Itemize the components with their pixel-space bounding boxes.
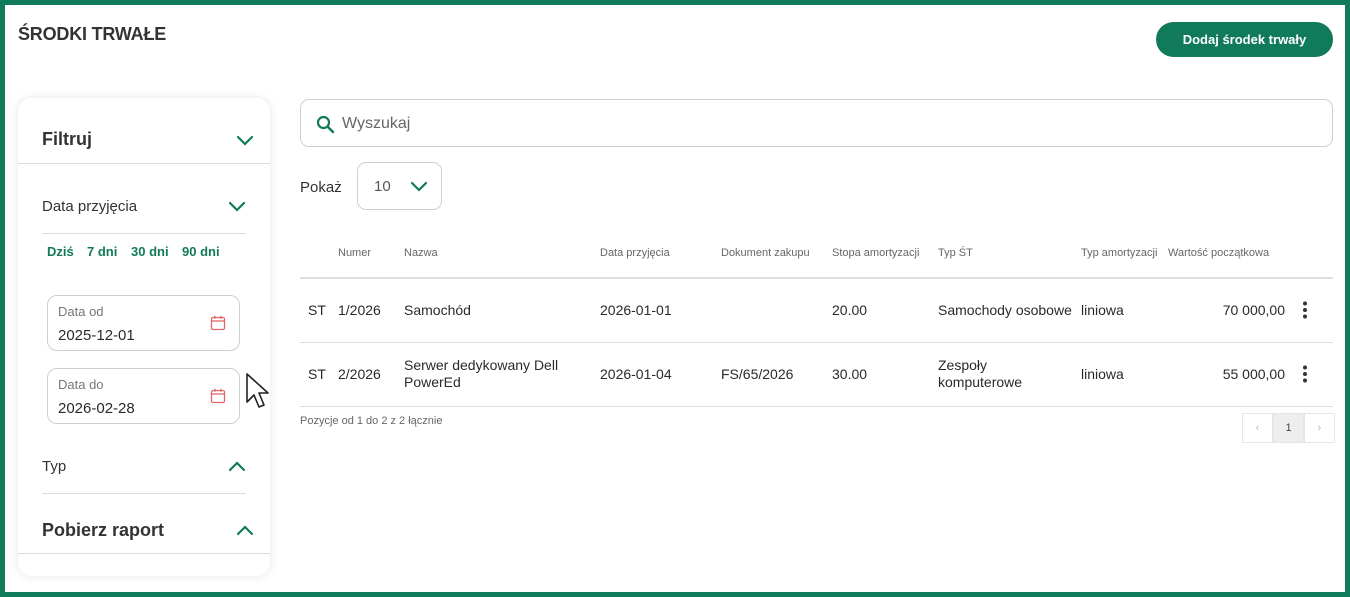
quick-range-today[interactable]: Dziś: [47, 244, 74, 259]
chevron-up-icon[interactable]: [236, 524, 254, 536]
cell-date: 2026-01-01: [600, 278, 721, 343]
cell-rate: 20.00: [832, 278, 938, 343]
filter-header[interactable]: Filtruj: [18, 98, 270, 164]
cell-document: [721, 278, 832, 343]
previous-page-button[interactable]: ‹: [1242, 413, 1273, 443]
search-input[interactable]: [342, 112, 1302, 136]
date-from-value[interactable]: 2025-12-01: [58, 327, 135, 344]
column-header-date[interactable]: Data przyjęcia: [600, 228, 721, 279]
date-to-value[interactable]: 2026-02-28: [58, 400, 135, 417]
assets-table: Numer Nazwa Data przyjęcia Dokument zaku…: [300, 228, 1333, 407]
chevron-down-icon[interactable]: [228, 201, 246, 213]
date-to-label: Data do: [58, 377, 104, 392]
table-row[interactable]: ST 1/2026 Samochód 2026-01-01 20.00 Samo…: [300, 278, 1333, 343]
more-options-icon[interactable]: [1295, 300, 1315, 320]
pagination: ‹ 1 ›: [1242, 413, 1335, 443]
next-page-button[interactable]: ›: [1304, 413, 1335, 443]
column-header-name[interactable]: Nazwa: [404, 228, 600, 279]
pagination-summary: Pozycje od 1 do 2 z 2 łącznie: [300, 415, 443, 427]
date-section-label: Data przyjęcia: [42, 198, 138, 215]
cell-number: 2/2026: [338, 342, 404, 407]
date-to-field[interactable]: Data do 2026-02-28: [47, 368, 240, 424]
column-header-document[interactable]: Dokument zakupu: [721, 228, 832, 279]
column-header-type[interactable]: Typ ŚT: [938, 228, 1081, 279]
column-header-depreciation-type[interactable]: Typ amortyzacji: [1081, 228, 1168, 279]
cell-name: Serwer dedykowany Dell PowerEd: [404, 342, 600, 407]
type-section-header[interactable]: Typ: [42, 458, 246, 494]
date-from-label: Data od: [58, 304, 104, 319]
column-header-number[interactable]: Numer: [338, 228, 404, 279]
cell-initial-value: 55 000,00: [1168, 342, 1291, 407]
filter-title: Filtruj: [42, 129, 92, 149]
page-title: ŚRODKI TRWAŁE: [18, 24, 167, 44]
column-header-rate[interactable]: Stopa amortyzacji: [832, 228, 938, 279]
quick-range-90-days[interactable]: 90 dni: [182, 244, 220, 259]
chevron-up-icon[interactable]: [228, 460, 246, 472]
row-actions: [1291, 278, 1333, 343]
page-size-value: 10: [374, 178, 391, 195]
cell-depreciation-type: liniowa: [1081, 278, 1168, 343]
filter-sidebar: Filtruj Data przyjęcia Dziś 7 dni 30 dni…: [18, 98, 270, 576]
page-button-1[interactable]: 1: [1273, 413, 1304, 443]
cell-type: Samochody osobowe: [938, 278, 1081, 343]
quick-range-30-days[interactable]: 30 dni: [131, 244, 169, 259]
download-report-header[interactable]: Pobierz raport: [18, 504, 270, 554]
add-fixed-asset-button[interactable]: Dodaj środek trwały: [1156, 22, 1333, 57]
chevron-down-icon[interactable]: [236, 135, 254, 147]
search-box: [300, 99, 1333, 147]
date-section-header[interactable]: Data przyjęcia: [42, 198, 246, 234]
quick-range-7-days[interactable]: 7 dni: [87, 244, 117, 259]
search-icon: [316, 115, 335, 134]
cell-depreciation-type: liniowa: [1081, 342, 1168, 407]
calendar-icon[interactable]: [210, 388, 226, 404]
table-row[interactable]: ST 2/2026 Serwer dedykowany Dell PowerEd…: [300, 342, 1333, 407]
column-header: [300, 228, 338, 279]
cell-number: 1/2026: [338, 278, 404, 343]
cell-initial-value: 70 000,00: [1168, 278, 1291, 343]
row-actions: [1291, 342, 1333, 407]
chevron-down-icon: [410, 181, 428, 193]
column-header: [1291, 228, 1333, 279]
table-header-row: Numer Nazwa Data przyjęcia Dokument zaku…: [300, 228, 1333, 279]
cell-rate: 30.00: [832, 342, 938, 407]
cell-name: Samochód: [404, 278, 600, 343]
column-header-initial-value[interactable]: Wartość początkowa: [1168, 228, 1291, 279]
calendar-icon[interactable]: [210, 315, 226, 331]
cell-document: FS/65/2026: [721, 342, 832, 407]
cell-date: 2026-01-04: [600, 342, 721, 407]
app-frame: ŚRODKI TRWAŁE Dodaj środek trwały Filtru…: [0, 0, 1350, 597]
cell-kind: ST: [300, 278, 338, 343]
cell-type: Zespoły komputerowe: [938, 342, 1081, 407]
cell-kind: ST: [300, 342, 338, 407]
date-from-field[interactable]: Data od 2025-12-01: [47, 295, 240, 351]
download-report-title: Pobierz raport: [42, 520, 165, 540]
page-size-label: Pokaż: [300, 179, 342, 196]
more-options-icon[interactable]: [1295, 364, 1315, 384]
page-size-select[interactable]: 10: [357, 162, 442, 210]
mouse-cursor-icon: [246, 373, 269, 408]
type-section-label: Typ: [42, 458, 67, 475]
